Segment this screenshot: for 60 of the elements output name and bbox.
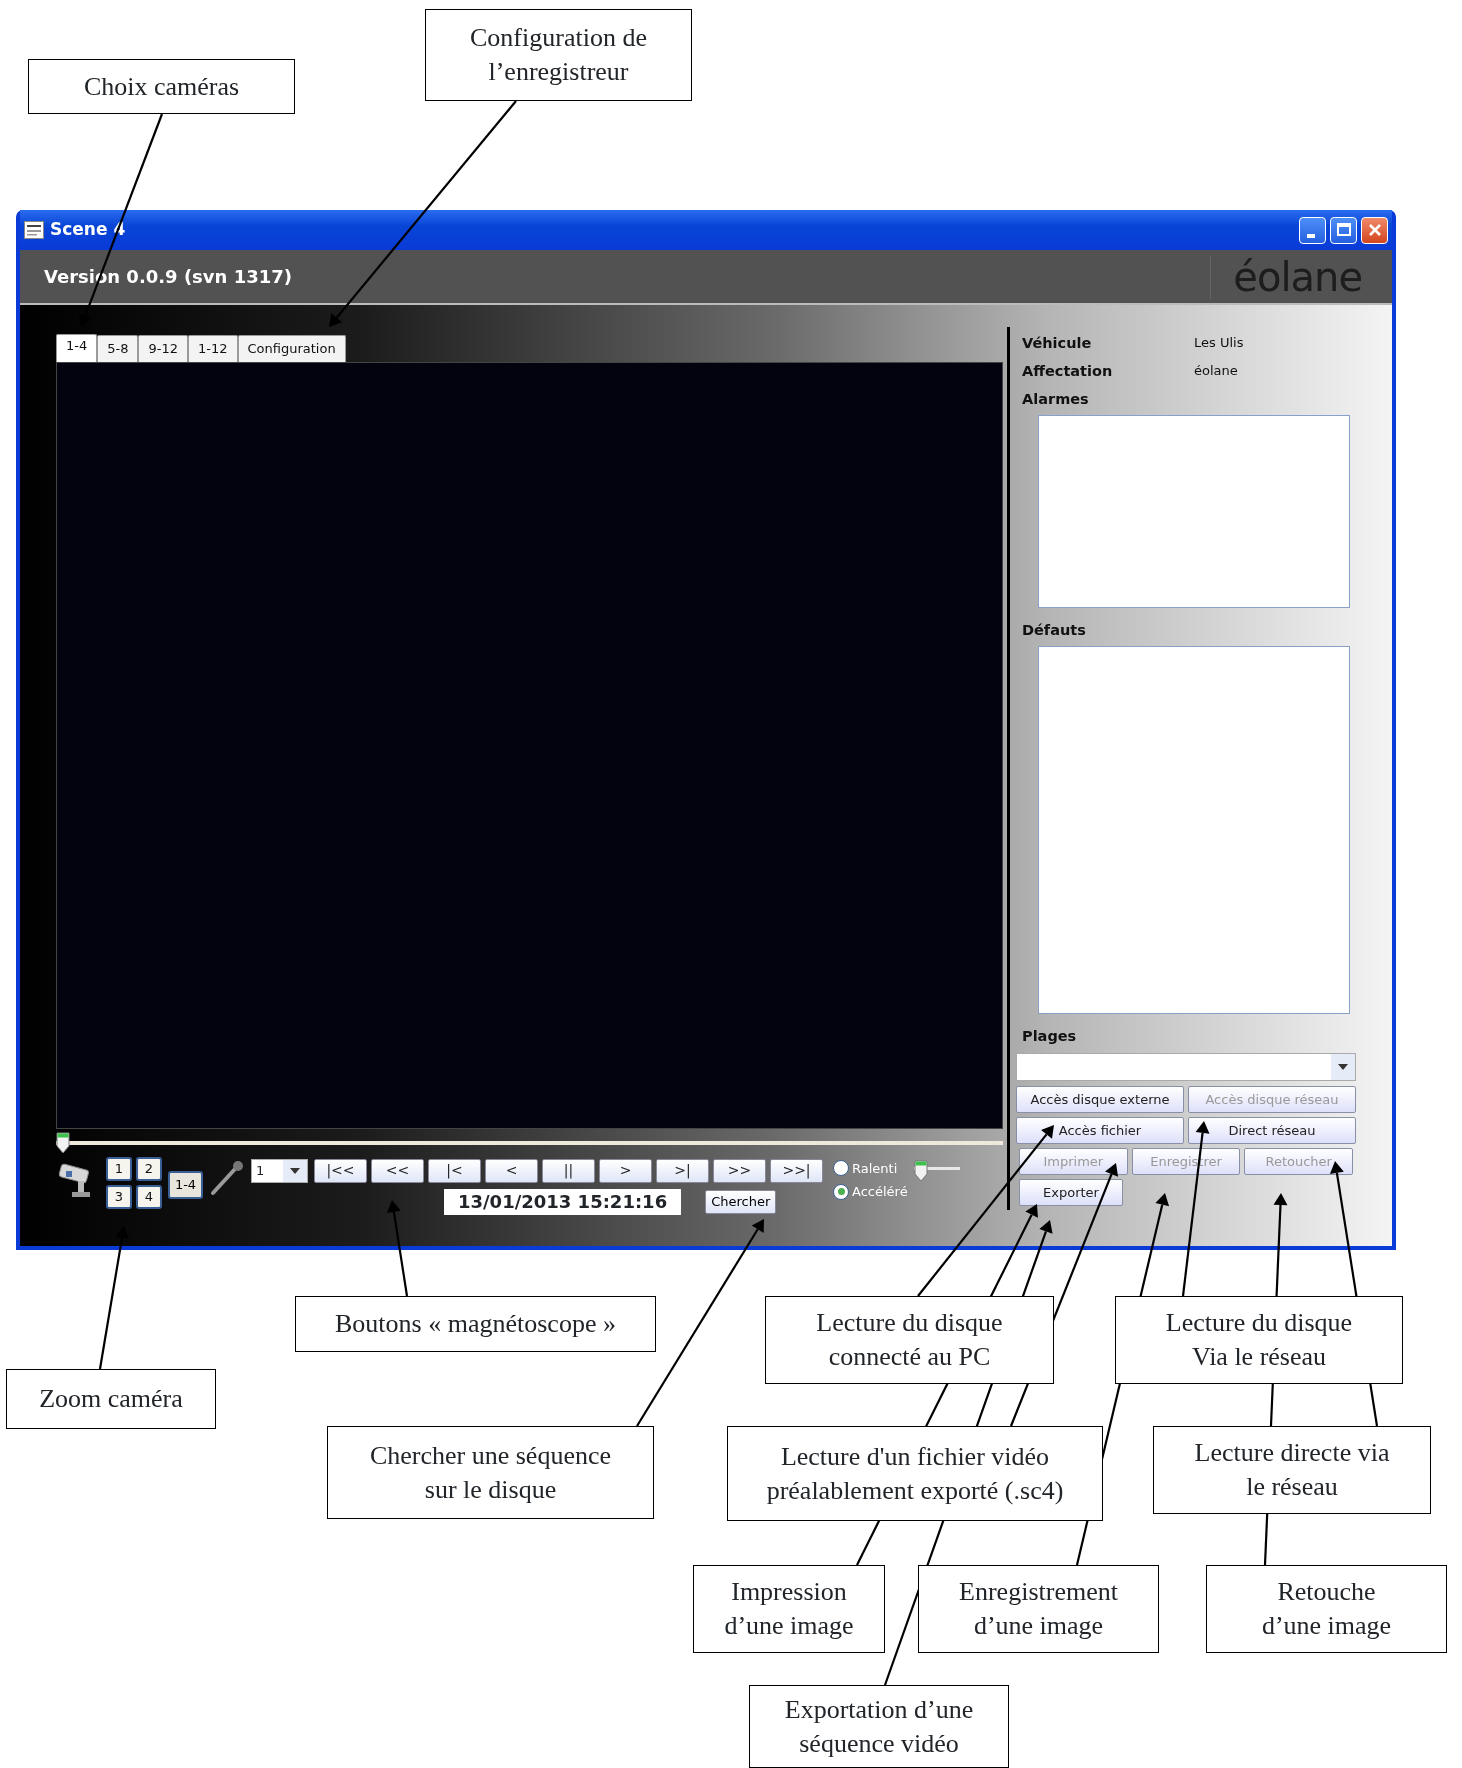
- callout-text: Boutons « magnétoscope »: [335, 1308, 616, 1340]
- tab[interactable]: 1-4: [56, 334, 98, 362]
- maximize-button[interactable]: [1330, 216, 1357, 244]
- action-button[interactable]: Accès fichier: [1016, 1117, 1184, 1145]
- playback-button[interactable]: <<: [371, 1158, 424, 1183]
- action-button[interactable]: Accès disque externe: [1016, 1086, 1184, 1114]
- channel-select[interactable]: 1: [251, 1158, 308, 1183]
- close-icon: [1366, 222, 1383, 238]
- tab[interactable]: 1-12: [188, 335, 238, 362]
- app-icon: [24, 221, 44, 239]
- playback-button[interactable]: >>: [713, 1158, 766, 1183]
- callout-text: Lecture du disque Via le réseau: [1165, 1307, 1353, 1373]
- callout-text: Zoom caméra: [39, 1383, 183, 1415]
- callout-text: Lecture du disque connecté au PC: [816, 1307, 1003, 1373]
- action-button[interactable]: Exporter: [1019, 1179, 1123, 1207]
- callout-text: Exportation d’une séquence vidéo: [784, 1693, 974, 1760]
- callout-text: Enregistrement d’une image: [959, 1576, 1118, 1642]
- callout-text: Retouche d’une image: [1261, 1576, 1392, 1642]
- zoom-button[interactable]: 1-4: [168, 1170, 203, 1199]
- field-value: éolane: [1194, 362, 1238, 380]
- close-button[interactable]: [1361, 216, 1388, 244]
- playback-button[interactable]: <: [485, 1158, 538, 1183]
- select-value: 1: [256, 1161, 265, 1180]
- playback-button[interactable]: >>|: [770, 1158, 823, 1183]
- camera-button[interactable]: 1: [106, 1156, 132, 1181]
- playback-button[interactable]: >: [599, 1158, 652, 1183]
- action-button[interactable]: Direct réseau: [1188, 1117, 1356, 1145]
- field-label: Affectation: [1022, 362, 1114, 381]
- camera-button[interactable]: 2: [136, 1156, 162, 1181]
- playback-button[interactable]: ||: [542, 1158, 595, 1183]
- date-time-display: 13/01/2013 15:21:16: [444, 1188, 682, 1215]
- callout-text: Impression d’une image: [724, 1576, 854, 1642]
- caret-icon: [290, 1167, 300, 1174]
- version-label: Version 0.0.9 (svn 1317): [44, 265, 292, 289]
- field-label: Véhicule: [1022, 334, 1093, 353]
- callout-text: Configuration de l’enregistreur: [470, 22, 647, 88]
- camera-button[interactable]: 3: [106, 1184, 132, 1209]
- microphone-icon: [209, 1158, 245, 1197]
- caret-icon: [1338, 1064, 1348, 1071]
- radio-option[interactable]: Ralenti: [833, 1158, 908, 1178]
- callout-text: Lecture directe via le réseau: [1194, 1437, 1390, 1503]
- section-label: Alarmes: [1022, 390, 1090, 409]
- playback-button[interactable]: |<<: [314, 1158, 367, 1183]
- playback-button[interactable]: >|: [656, 1158, 709, 1183]
- tab[interactable]: 5-8: [97, 335, 139, 362]
- tab[interactable]: 9-12: [138, 335, 188, 362]
- minimize-icon: [1306, 234, 1315, 238]
- radio-option[interactable]: Accéléré: [833, 1182, 908, 1202]
- camera-button[interactable]: 4: [136, 1184, 162, 1209]
- tab[interactable]: Configuration: [237, 335, 346, 362]
- callout-text: Chercher une séquence sur le disque: [369, 1439, 612, 1506]
- minimize-button[interactable]: [1299, 216, 1326, 244]
- section-label: Plages: [1022, 1026, 1078, 1046]
- section-label: Défauts: [1022, 620, 1087, 640]
- callout-text: Lecture d'un fichier vidéo préalablement exporté (.sc4): [766, 1440, 1064, 1507]
- search-button[interactable]: Chercher: [705, 1189, 777, 1214]
- field-value: Les Ulis: [1194, 334, 1244, 352]
- maximize-icon: [1335, 222, 1352, 238]
- playback-button[interactable]: |<: [428, 1158, 481, 1183]
- callout-text: Choix caméras: [83, 70, 240, 103]
